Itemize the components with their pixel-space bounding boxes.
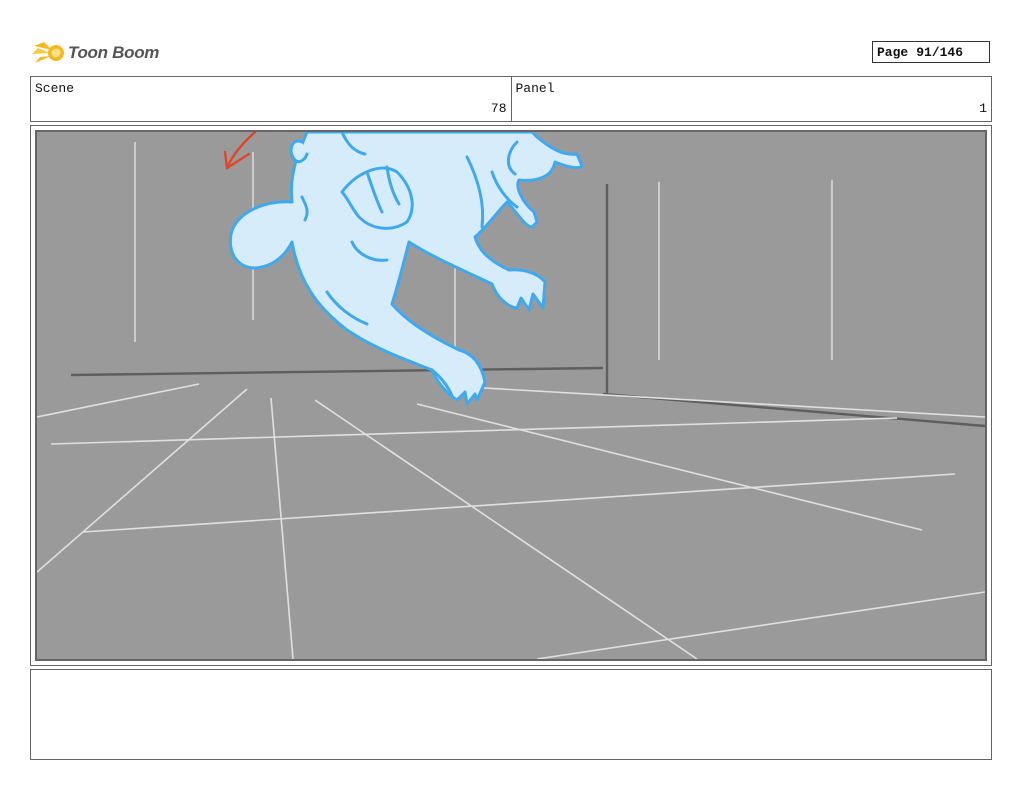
panel-label: Panel	[515, 81, 555, 96]
storyboard-panel-frame	[30, 125, 992, 666]
panel-number: 1	[979, 101, 987, 116]
page-value: 91/146	[916, 44, 964, 60]
scene-cell: Scene 78	[31, 77, 511, 121]
toon-boom-logo-icon	[32, 42, 64, 63]
storyboard-panel-image	[35, 130, 987, 661]
storyboard-drawing	[37, 132, 985, 659]
panel-notes-box	[30, 669, 992, 760]
scene-number: 78	[490, 101, 507, 116]
page-counter: Page 91/146	[872, 41, 990, 63]
scene-label: Scene	[35, 81, 75, 96]
logo-text: Toon Boom	[68, 43, 160, 62]
panel-cell: Panel 1	[510, 77, 992, 121]
toon-boom-logo: Toon Boom	[32, 36, 162, 70]
scene-panel-info: Scene 78 Panel 1	[30, 76, 992, 122]
page-label: Page	[877, 44, 909, 60]
